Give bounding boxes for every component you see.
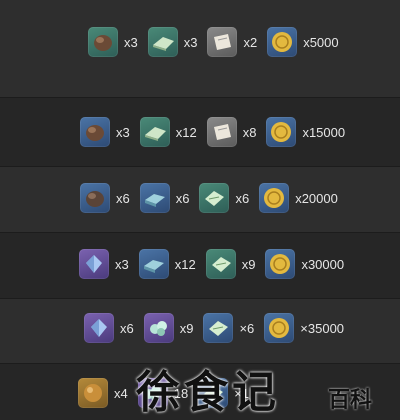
material-row-2: x3 x12 x8 x15000 [0, 98, 400, 167]
material-count: ×6 [239, 320, 255, 336]
blue-ingot-icon [138, 249, 169, 279]
purple-crystal-icon [84, 313, 114, 343]
ore-chunk-icon [88, 27, 118, 57]
ore-chunk-icon [80, 117, 110, 147]
mora-coin-icon [259, 183, 290, 213]
mora-coin-icon [265, 249, 296, 279]
mora-coin-icon [264, 313, 295, 343]
material-item: x12 [138, 249, 196, 279]
mora-coin-icon [266, 117, 297, 147]
material-item: ×35000 [264, 313, 344, 343]
ore-chunk-icon [80, 183, 110, 213]
material-item: x3 [80, 117, 130, 147]
material-count: x9 [241, 256, 256, 272]
material-item: x30000 [265, 249, 344, 279]
purple-crystal-icon [79, 249, 109, 279]
blue-ingot-icon [139, 183, 170, 213]
material-item: x9 [205, 249, 256, 279]
material-row-1: x3 x3 x2 x5000 [0, 0, 400, 98]
material-item: x3 [88, 27, 138, 57]
material-count: x3 [124, 34, 138, 50]
material-item: x2 [207, 27, 257, 57]
green-leaf-scroll-icon [199, 183, 230, 213]
material-item: x6 [84, 313, 134, 343]
green-leaf-scroll-icon [205, 249, 236, 279]
material-count: x20000 [295, 190, 338, 206]
material-item: x6 [139, 183, 190, 213]
mora-coin-icon [267, 27, 298, 57]
material-count: x6 [175, 190, 190, 206]
material-row-5: x6 x9 ×6 ×35000 [0, 299, 400, 364]
material-item: ×6 [203, 313, 254, 343]
material-count: ×35000 [300, 320, 345, 336]
magic-mineral-icon [139, 117, 170, 147]
material-count: x9 [179, 320, 194, 336]
material-count: x12 [175, 124, 197, 140]
material-item: x15000 [266, 117, 345, 147]
watermark-sub-text: 百科 [328, 387, 373, 413]
material-item: x3 [79, 249, 129, 279]
material-count: x4 [114, 385, 128, 401]
scroll-note-icon [207, 27, 238, 57]
material-item: x5000 [267, 27, 339, 57]
material-count: x12 [174, 256, 196, 272]
magic-mineral-icon [147, 27, 178, 57]
material-item: x9 [143, 313, 194, 343]
material-count: x3 [116, 124, 130, 140]
purple-cluster-icon [143, 313, 174, 343]
material-item: x12 [139, 117, 197, 147]
material-count: x3 [115, 256, 129, 272]
material-count: x6 [120, 320, 134, 336]
material-item: x6 [199, 183, 249, 213]
material-count: x30000 [301, 256, 345, 272]
material-item: x3 [147, 27, 198, 57]
material-count: x2 [243, 34, 258, 50]
material-count: x5000 [303, 34, 339, 50]
material-count: x3 [183, 34, 198, 50]
material-item: x4 [78, 378, 128, 408]
green-leaf-scroll-icon [203, 313, 234, 343]
amber-orb-icon [78, 378, 108, 408]
material-row-4: x3 x12 x9 x30000 [0, 233, 400, 299]
material-count: x6 [235, 190, 250, 206]
watermark: 徐食记 百科 [136, 356, 400, 420]
material-row-3: x6 x6 x6 x20000 [0, 167, 400, 233]
watermark-main-text: 徐食记 [136, 367, 280, 418]
material-count: x6 [116, 190, 130, 206]
material-item: x6 [80, 183, 130, 213]
material-item: x20000 [259, 183, 338, 213]
material-count: x15000 [302, 124, 346, 140]
material-count: x8 [242, 124, 257, 140]
scroll-note-icon [206, 117, 237, 147]
material-item: x8 [206, 117, 257, 147]
